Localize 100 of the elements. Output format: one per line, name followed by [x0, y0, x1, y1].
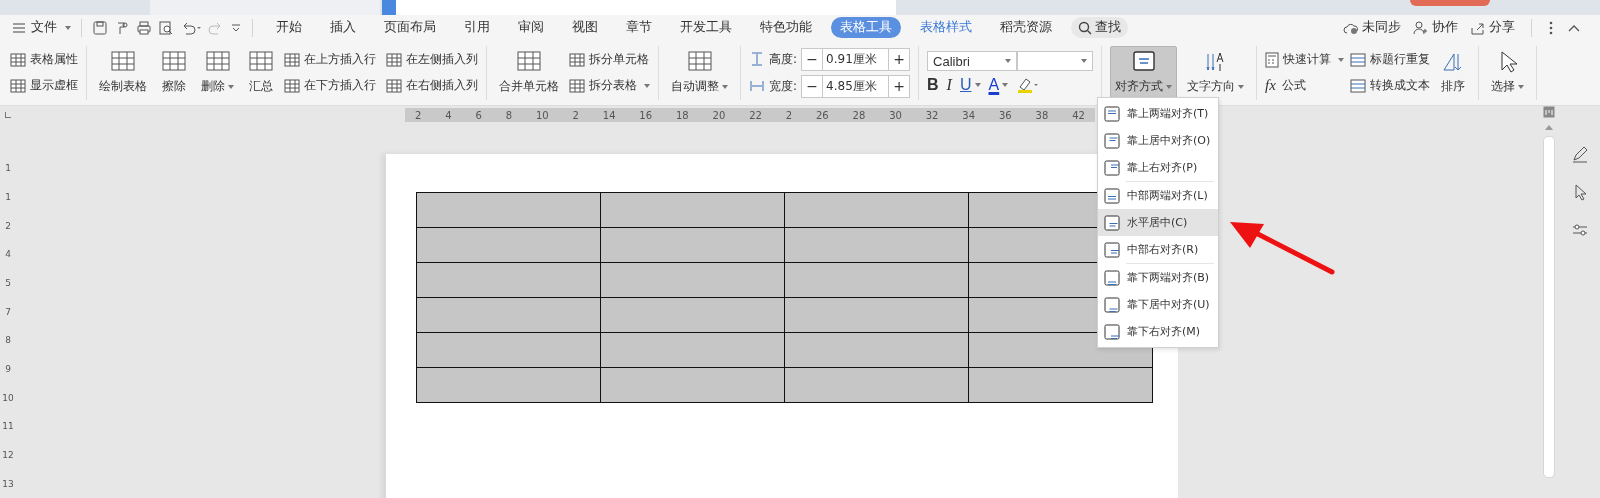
menu-item[interactable]: 水平居中(C) [1098, 209, 1219, 236]
ribbon-button[interactable]: 表格属性 [10, 48, 78, 71]
ribbon-button[interactable]: 转换成文本 [1350, 74, 1431, 97]
menu-item[interactable]: 中部右对齐(R) [1098, 236, 1219, 263]
font-family-field[interactable]: Calibri [927, 51, 1018, 71]
print-icon[interactable] [136, 19, 152, 36]
table-cell[interactable] [784, 332, 969, 368]
format-button[interactable]: B [927, 76, 939, 94]
table-cell[interactable] [416, 262, 601, 298]
format-button[interactable]: A [988, 76, 1009, 94]
ribbon-button[interactable]: 显示虚框 [10, 74, 78, 97]
ribbon-button[interactable]: 快速计算 [1265, 48, 1345, 71]
table-cell[interactable] [600, 297, 785, 333]
align-option-icon [1104, 296, 1120, 313]
align-button[interactable]: 对齐方式 [1110, 46, 1178, 99]
table-cell[interactable] [600, 262, 785, 298]
ribbon-button[interactable]: 标题行重复 [1350, 48, 1431, 71]
more-icon[interactable] [1548, 19, 1554, 36]
table-cell[interactable] [784, 262, 969, 298]
select-button[interactable]: 选择 [1487, 47, 1529, 98]
input-field[interactable]: 4.85厘米 [822, 75, 890, 97]
ribbon-button[interactable]: 删除 [197, 47, 238, 98]
ribbon-button[interactable]: 拆分单元格 [569, 48, 650, 71]
ribbon-button[interactable]: 自动调整 [667, 47, 732, 98]
ribbon-tab[interactable]: 章节 [617, 17, 661, 38]
decrement-button[interactable]: − [802, 48, 823, 70]
menu-item[interactable]: 靠下居中对齐(U) [1098, 291, 1219, 318]
table-cell[interactable] [784, 367, 969, 403]
table-cell[interactable] [416, 192, 601, 228]
ruler-number: 11 [2, 421, 14, 432]
ribbon-tab[interactable]: 页面布局 [375, 17, 445, 38]
table-cell[interactable] [416, 297, 601, 333]
file-menu[interactable]: 文件 [12, 19, 71, 36]
ribbon-button[interactable]: 合并单元格 [495, 47, 563, 98]
menu-item[interactable]: 靠上右对齐(P) [1098, 154, 1219, 181]
ribbon-tab[interactable]: 开发工具 [671, 17, 741, 38]
menu-item[interactable]: 靠下右对齐(M) [1098, 318, 1219, 345]
table-cell[interactable] [416, 332, 601, 368]
ribbon-button[interactable]: 汇总 [244, 47, 278, 98]
ribbon-button[interactable]: 擦除 [157, 47, 191, 98]
table-cell[interactable] [600, 192, 785, 228]
table-cell[interactable] [784, 192, 969, 228]
table-cell[interactable] [784, 227, 969, 263]
table-cell[interactable] [416, 227, 601, 263]
ribbon-tab[interactable]: 开始 [267, 17, 311, 38]
table-grid-icon [569, 78, 585, 93]
table-grid-icon [284, 78, 300, 93]
toolbar-action[interactable]: 协作 [1413, 19, 1458, 36]
highlighter-icon[interactable] [1016, 76, 1041, 94]
ribbon-button[interactable]: fx 公式 [1265, 74, 1345, 97]
menu-item[interactable]: 靠下两端对齐(B) [1098, 264, 1219, 291]
ruler-toggle-icon[interactable] [1543, 106, 1555, 118]
toolbar-action[interactable]: 分享 [1470, 19, 1515, 36]
ribbon-button[interactable]: 拆分表格 [569, 74, 650, 97]
ribbon-tab[interactable]: 稻壳资源 [991, 17, 1061, 38]
ribbon-tab[interactable]: 插入 [321, 17, 365, 38]
decrement-button[interactable]: − [802, 75, 823, 97]
table-cell[interactable] [600, 367, 785, 403]
ruler-number: 9 [5, 363, 11, 374]
format-button[interactable]: U [959, 76, 981, 94]
menu-item[interactable]: 中部两端对齐(L) [1098, 182, 1219, 209]
ribbon-tab[interactable]: 引用 [455, 17, 499, 38]
input-field[interactable]: 0.91厘米 [822, 48, 890, 70]
ribbon-tab[interactable]: 表格样式 [911, 17, 981, 38]
menu-item[interactable]: 靠上两端对齐(T) [1098, 100, 1219, 127]
ribbon-button[interactable]: 在下方插入行 [284, 74, 376, 97]
search-button[interactable]: 查找 [1071, 17, 1128, 38]
document-tab[interactable] [382, 0, 896, 15]
font-size-field[interactable] [1017, 51, 1094, 71]
table-cell[interactable] [600, 227, 785, 263]
pen-icon[interactable] [1570, 144, 1590, 164]
ribbon-button[interactable]: 在左侧插入列 [386, 48, 478, 71]
align-option-icon [1104, 269, 1120, 286]
table-cell[interactable] [968, 367, 1153, 403]
preview-icon[interactable] [158, 19, 174, 36]
format-button[interactable]: I [946, 76, 952, 94]
calculator-icon [1265, 51, 1280, 68]
save-icon[interactable] [92, 19, 108, 36]
ruler-number: 8 [5, 335, 11, 346]
toolbar-action[interactable]: 未同步 [1343, 19, 1401, 36]
table-cell[interactable] [784, 297, 969, 333]
ruler-number: 20 [712, 109, 726, 121]
table-cell[interactable] [600, 332, 785, 368]
search-label: 查找 [1095, 19, 1121, 36]
increment-button[interactable]: + [889, 75, 910, 97]
menu-item[interactable]: 靠上居中对齐(O) [1098, 127, 1219, 154]
ribbon-tab[interactable]: 视图 [563, 17, 607, 38]
sort-button[interactable]: 排序 [1436, 47, 1471, 98]
ribbon-button[interactable]: 在右侧插入列 [386, 74, 478, 97]
increment-button[interactable]: + [889, 48, 910, 70]
caret-icon [1166, 84, 1173, 89]
table-cell[interactable] [416, 367, 601, 403]
menu-icon [12, 21, 26, 34]
ribbon-tab[interactable]: 特色功能 [751, 17, 821, 38]
scrollbar-thumb[interactable] [1543, 136, 1555, 478]
table-grid-icon [386, 52, 402, 67]
ribbon-button[interactable]: 在上方插入行 [284, 48, 376, 71]
ribbon-tab[interactable]: 审阅 [509, 17, 553, 38]
table-grid-icon [1350, 77, 1367, 94]
ribbon-button[interactable]: 绘制表格 [95, 47, 151, 98]
